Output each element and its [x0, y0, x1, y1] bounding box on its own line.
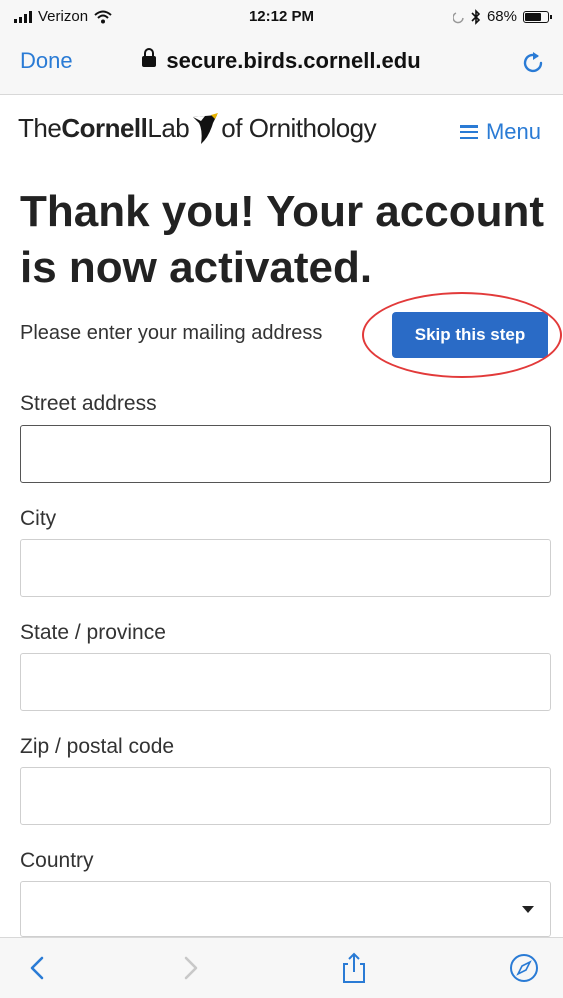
back-icon[interactable] — [22, 952, 54, 984]
country-label: Country — [20, 849, 94, 872]
status-bar: Verizon 12:12 PM 68% — [0, 0, 563, 34]
lock-icon — [142, 48, 157, 67]
menu-label: Menu — [485, 119, 541, 144]
share-icon[interactable] — [338, 952, 370, 984]
bird-logo-icon — [193, 113, 219, 144]
forward-icon[interactable] — [174, 952, 206, 984]
menu-button[interactable]: Menu — [459, 119, 541, 145]
intro-text: Please enter your mailing address — [20, 322, 323, 344]
city-input[interactable] — [20, 539, 551, 597]
street-address-input[interactable] — [20, 425, 551, 483]
reload-icon[interactable] — [519, 48, 547, 76]
orientation-lock-icon — [452, 11, 464, 23]
url-bar[interactable]: secure.birds.cornell.edu — [0, 48, 563, 74]
hamburger-icon — [459, 125, 478, 139]
browser-bottom-toolbar — [0, 937, 563, 998]
state-province-label: State / province — [20, 621, 166, 644]
state-province-input[interactable] — [20, 653, 551, 711]
browser-toolbar: Done secure.birds.cornell.edu — [0, 34, 563, 95]
zip-postal-code-label: Zip / postal code — [20, 735, 175, 758]
page-title: Thank you! Your account is now activated… — [20, 187, 544, 292]
cornell-lab-logo[interactable]: TheCornellLab of Ornithology — [18, 111, 377, 145]
zip-postal-code-input[interactable] — [20, 767, 551, 825]
bluetooth-icon — [471, 8, 481, 25]
url-text: secure.birds.cornell.edu — [166, 48, 421, 73]
city-label: City — [20, 507, 57, 530]
skip-step-button[interactable]: Skip this step — [392, 312, 548, 358]
street-address-label: Street address — [20, 392, 157, 415]
logo-the: The — [18, 113, 62, 143]
logo-cornell: Cornell — [61, 113, 148, 143]
logo-of-ornithology: of Ornithology — [221, 113, 377, 143]
battery-label: 68% — [486, 8, 517, 25]
compass-icon[interactable] — [508, 952, 540, 984]
logo-lab: Lab — [147, 113, 190, 143]
battery-icon — [523, 10, 552, 23]
country-select[interactable] — [20, 881, 551, 937]
status-right: 68% — [452, 8, 552, 25]
site-header: TheCornellLab of Ornithology Menu — [0, 95, 563, 167]
chevron-down-icon — [522, 906, 534, 913]
